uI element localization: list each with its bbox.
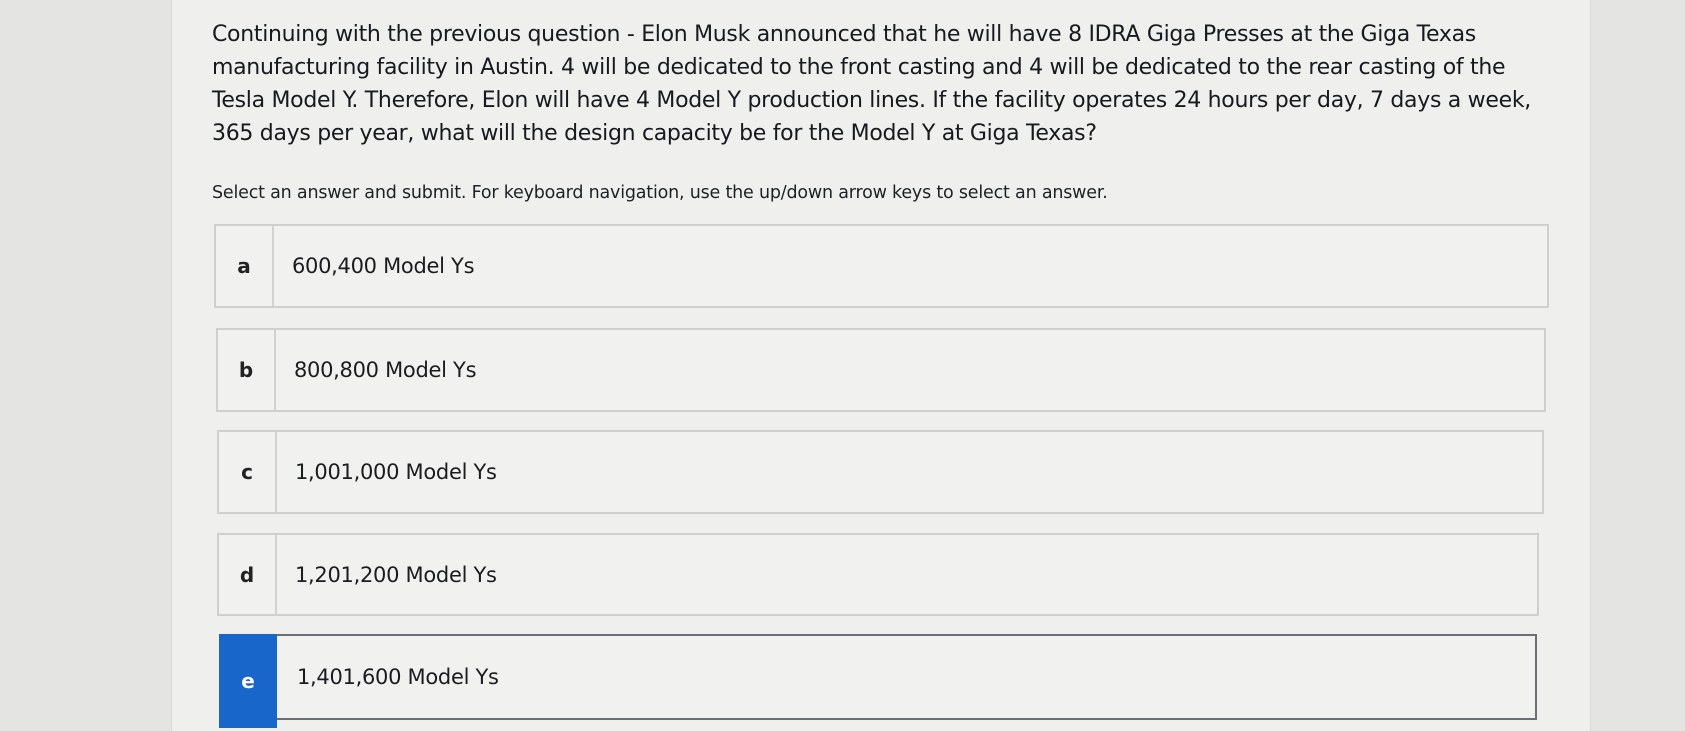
question-text: Continuing with the previous question - … xyxy=(212,22,1531,146)
answer-option-e[interactable]: e 1,401,600 Model Ys xyxy=(219,634,1537,728)
option-text-b: 800,800 Model Ys xyxy=(294,358,477,382)
answer-option-d[interactable]: d 1,201,200 Model Ys xyxy=(217,533,1539,616)
option-letter-d: d xyxy=(219,535,277,614)
answer-instruction: Select an answer and submit. For keyboar… xyxy=(212,183,1108,203)
option-letter-c: c xyxy=(219,432,277,512)
option-text-d: 1,201,200 Model Ys xyxy=(295,562,497,587)
answer-option-b[interactable]: b 800,800 Model Ys xyxy=(216,328,1546,412)
option-text-e: 1,401,600 Model Ys xyxy=(297,665,499,689)
answer-option-a[interactable]: a 600,400 Model Ys xyxy=(214,224,1549,308)
option-letter-b: b xyxy=(218,330,276,410)
option-text-c: 1,001,000 Model Ys xyxy=(295,460,497,484)
option-letter-e: e xyxy=(219,634,277,728)
option-text-a: 600,400 Model Ys xyxy=(292,254,475,278)
option-letter-a: a xyxy=(216,226,274,306)
answer-option-c[interactable]: c 1,001,000 Model Ys xyxy=(217,430,1544,514)
